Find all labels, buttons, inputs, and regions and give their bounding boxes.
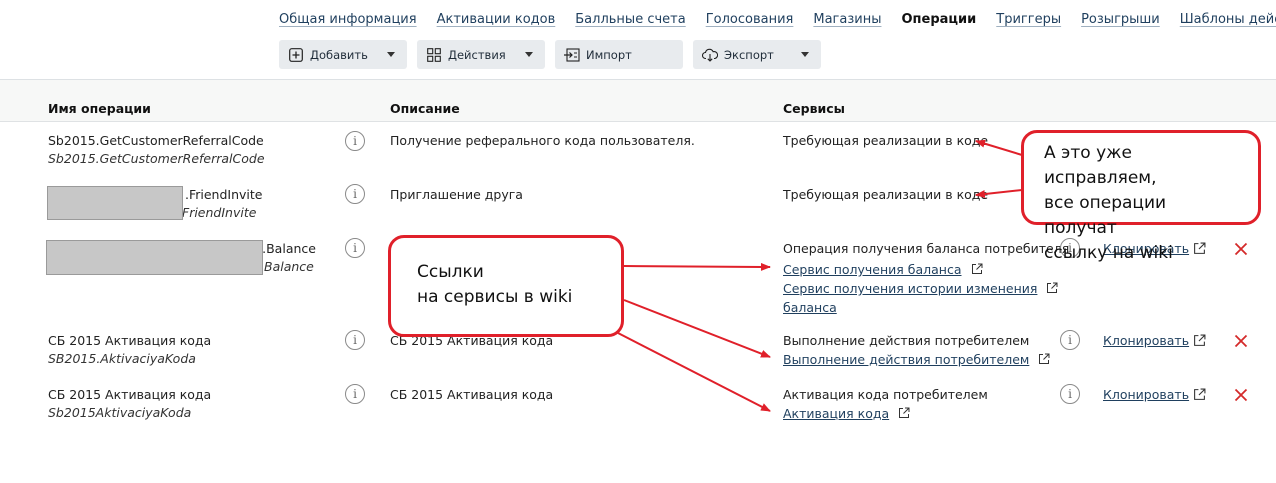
operations-page: Общая информация Активации кодов Балльны… [0, 0, 1276, 483]
service-type: Активация кода потребителем [783, 387, 988, 402]
redaction-box [46, 240, 263, 275]
operation-description: Приглашение друга [390, 187, 523, 202]
clone-link[interactable]: Клонировать [1103, 387, 1189, 402]
callout-line: все операции получат [1044, 193, 1167, 238]
service-type: Выполнение действия потребителем [783, 333, 1030, 348]
external-link-icon[interactable] [971, 261, 983, 274]
callout-line: Ссылки [417, 262, 484, 282]
info-icon[interactable]: i [345, 330, 365, 350]
operation-system-name: FriendInvite [182, 205, 257, 220]
import-button[interactable]: Импорт [555, 40, 683, 69]
redaction-box [47, 186, 183, 220]
service-link-code-activation[interactable]: Активация кода [783, 406, 889, 421]
import-icon [564, 47, 580, 63]
delete-icon[interactable] [1234, 334, 1248, 348]
tab-code-activations[interactable]: Активации кодов [437, 12, 556, 27]
external-link-icon[interactable] [1038, 353, 1050, 365]
chevron-down-icon [387, 52, 395, 57]
column-header-description: Описание [390, 101, 460, 116]
callout-line: ссылку на wiki [1044, 243, 1173, 263]
tab-votes[interactable]: Голосования [706, 12, 794, 27]
column-header-services: Сервисы [783, 101, 845, 116]
external-link-icon[interactable] [1193, 334, 1206, 346]
service-type: Требующая реализации в коде [783, 133, 989, 148]
info-icon[interactable]: i [1060, 384, 1080, 404]
operation-name: Sb2015.GetCustomerReferralCode [48, 133, 264, 148]
tab-action-templates[interactable]: Шаблоны действий [1180, 12, 1276, 27]
info-icon[interactable]: i [345, 184, 365, 204]
tab-triggers[interactable]: Триггеры [996, 12, 1061, 27]
callout-wiki-fix: А это уже исправляем, все операции получ… [1021, 130, 1261, 263]
table-row-name: Sb2015.GetCustomerReferralCode Sb2015.Ge… [48, 133, 265, 166]
column-header-name: Имя операции [48, 101, 151, 116]
arrow-to-row5-link [617, 332, 771, 412]
tab-point-accounts[interactable]: Балльные счета [575, 12, 685, 27]
operation-system-name: Sb2015AktivaciyaKoda [48, 405, 192, 420]
operation-description: Получение реферального кода пользователя… [390, 133, 695, 148]
operation-system-name: Sb2015.GetCustomerReferralCode [48, 151, 265, 166]
service-link-consumer-action[interactable]: Выполнение действия потребителем [783, 352, 1029, 367]
table-header [0, 80, 1276, 122]
info-icon[interactable]: i [1060, 330, 1080, 350]
chevron-down-icon [801, 52, 809, 57]
operation-system-name: Balance [264, 259, 314, 274]
top-nav: Общая информация Активации кодов Балльны… [279, 12, 1276, 27]
plus-square-icon [288, 47, 304, 63]
import-button-label: Импорт [586, 47, 632, 62]
add-button[interactable]: Добавить [279, 40, 407, 69]
arrow-to-row4-link [623, 299, 771, 358]
toolbar: Добавить Действия Импорт Экспорт [279, 40, 821, 69]
external-link-icon[interactable] [1046, 280, 1058, 293]
add-button-label: Добавить [310, 47, 368, 62]
external-link-icon[interactable] [898, 407, 910, 419]
service-type: Операция получения баланса потребителя [783, 241, 1070, 256]
tab-general-info[interactable]: Общая информация [279, 12, 417, 27]
callout-line: на сервисы в wiki [417, 287, 573, 307]
delete-icon[interactable] [1234, 242, 1248, 256]
info-icon[interactable]: i [345, 238, 365, 258]
service-type: Требующая реализации в коде [783, 187, 989, 202]
tab-stores[interactable]: Магазины [813, 12, 881, 27]
cloud-download-icon [702, 47, 718, 63]
chevron-down-icon [525, 52, 533, 57]
table-row-name: СБ 2015 Активация кода SB2015.Aktivaciya… [48, 333, 211, 366]
external-link-icon[interactable] [1193, 242, 1206, 254]
actions-button[interactable]: Действия [417, 40, 545, 69]
export-button[interactable]: Экспорт [693, 40, 821, 69]
tab-draws[interactable]: Розыгрыши [1081, 12, 1160, 27]
table-row-name: СБ 2015 Активация кода Sb2015AktivaciyaK… [48, 387, 211, 420]
service-links: Выполнение действия потребителем [783, 352, 1050, 367]
export-button-label: Экспорт [724, 47, 774, 62]
external-link-icon[interactable] [1193, 388, 1206, 400]
operation-name: .FriendInvite [185, 187, 263, 202]
operation-name: СБ 2015 Активация кода [48, 387, 212, 402]
clone-link[interactable]: Клонировать [1103, 333, 1189, 348]
info-icon[interactable]: i [345, 131, 365, 151]
service-links: Активация кода [783, 406, 910, 421]
delete-icon[interactable] [1234, 388, 1248, 402]
service-links: Сервис получения баланса Сервис получени… [783, 260, 1058, 317]
operation-description: СБ 2015 Активация кода [390, 387, 554, 402]
grid-icon [426, 47, 442, 63]
table-row-name: .FriendInvite FriendInvite [182, 187, 263, 220]
callout-wiki-links: Ссылки на сервисы в wiki [388, 235, 624, 337]
tab-operations[interactable]: Операции [901, 12, 976, 27]
service-link-balance-history[interactable]: Сервис получения истории изменения [783, 279, 1037, 298]
actions-button-label: Действия [448, 47, 506, 62]
arrow-to-row3-link [623, 262, 771, 271]
operation-system-name: SB2015.AktivaciyaKoda [48, 351, 196, 366]
info-icon[interactable]: i [345, 384, 365, 404]
service-link-balance[interactable]: Сервис получения баланса [783, 260, 962, 279]
operation-name: СБ 2015 Активация кода [48, 333, 212, 348]
service-link-balance-history-cont[interactable]: баланса [783, 298, 837, 317]
callout-line: А это уже исправляем, [1044, 143, 1157, 188]
